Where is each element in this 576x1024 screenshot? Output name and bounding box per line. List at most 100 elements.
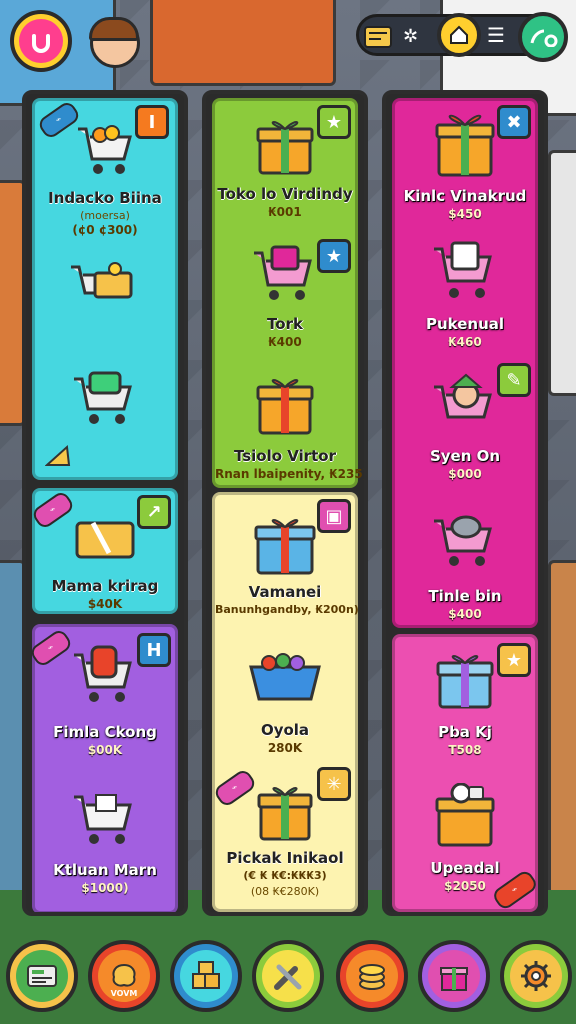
tile-purple[interactable]: ⌁ H Fimla Ckong $00K Ktluan Marn $1000) [28, 624, 178, 912]
tile-price: $450 [448, 207, 482, 221]
gear-small-icon[interactable]: ✲ [403, 26, 418, 47]
shop-home-button[interactable] [437, 13, 481, 57]
tile-name: Oyola [260, 721, 310, 739]
map-icon[interactable] [361, 19, 395, 53]
nav-register-button[interactable] [6, 940, 78, 1012]
refresh-icon [19, 19, 63, 63]
gift-robot-icon [433, 782, 497, 851]
cart-box-icon [69, 259, 141, 321]
tile-badge[interactable]: ★ [317, 105, 351, 139]
cart-pot-icon [432, 511, 498, 577]
cart-gift-icon [252, 243, 318, 311]
tile-price: Banunhgandby, ₭200n) [215, 603, 359, 616]
tile-yellow[interactable]: ▣ Vamanei Banunhgandby, ₭200n) Oyola 280… [212, 492, 359, 912]
tile-subtitle: (08 ₭€280K) [250, 885, 320, 898]
settings-gear-icon [510, 950, 562, 1002]
tile-name: Tork [267, 315, 303, 333]
cart-white-icon [432, 239, 498, 309]
tag-icon: ⌁ [212, 767, 258, 809]
tile-price: (€ ₭ ₭€:₭₭₭3) [243, 869, 327, 882]
tile-badge[interactable]: I [135, 105, 169, 139]
tile-badge[interactable]: ✖ [497, 105, 531, 139]
tile-name: Ktluan Marn [53, 861, 157, 879]
tile-cyan-main[interactable]: ⌁ I Indacko Biina (moersa) (¢0 ¢300) [32, 98, 178, 480]
cash-register-icon [16, 950, 68, 1002]
tile-price: (¢0 ¢300) [72, 223, 138, 237]
category-column-green: ★ Toko lo Virdindy ₭001 ★ Tork ₭400 Tsio… [202, 90, 368, 916]
tile-badge[interactable]: H [137, 633, 171, 667]
tile-name: Pickak Inikaol [226, 849, 344, 867]
tile-price: ₭001 [268, 205, 302, 219]
cart-empty-icon [72, 787, 138, 855]
tile-cyan-2[interactable]: ⌁ ↗ Mama krirag $40K [30, 488, 178, 614]
cart-character-icon [432, 373, 498, 441]
tile-badge[interactable]: ✎ [497, 363, 531, 397]
tile-badge[interactable]: ▣ [317, 499, 351, 533]
tag-icon: ⌁ [30, 489, 76, 531]
gift-blue-icon [252, 511, 318, 579]
tools-icon [262, 950, 314, 1002]
tile-price: $00K [87, 743, 123, 757]
tile-name: Toko lo Virdindy [217, 185, 353, 203]
boxes-icon [180, 950, 232, 1002]
tile-magenta-main[interactable]: ✖ Kinlc Vinakrud $450 Pukenual ₭460 ✎ Sy… [392, 98, 538, 628]
tile-name: Tsiolo Virtor [233, 447, 337, 465]
tag-icon: ⌁ [28, 627, 74, 669]
tile-name: Kinlc Vinakrud [403, 187, 527, 205]
tile-badge[interactable]: ★ [497, 643, 531, 677]
shopkeeper-avatar [86, 17, 140, 80]
tile-price: T508 [448, 743, 482, 757]
cart-green-icon [72, 369, 138, 435]
tile-price: Rnan lbaipenity, ₭235) [215, 467, 368, 481]
nav-boxes-button[interactable] [170, 940, 242, 1012]
shelf-right [548, 150, 576, 396]
tile-price: $40K [87, 597, 123, 611]
gift-orange-icon [254, 373, 316, 439]
cart-red-icon [72, 645, 138, 713]
category-column-magenta: ✖ Kinlc Vinakrud $450 Pukenual ₭460 ✎ Sy… [382, 90, 548, 916]
leaf-icon [530, 29, 558, 47]
cart-fruit-icon [74, 119, 136, 185]
tile-price: $000 [448, 467, 482, 481]
gift-nav-icon [428, 950, 480, 1002]
coins-icon [346, 950, 398, 1002]
tile-badge[interactable]: ★ [317, 239, 351, 273]
tile-price: $400 [448, 607, 482, 621]
nav-tools-button[interactable] [252, 940, 324, 1012]
tile-price: ₭400 [268, 335, 302, 349]
tile-name: Indacko Biina [48, 189, 162, 207]
gift-big-icon [431, 107, 499, 181]
gift-icon [254, 115, 316, 179]
gift-green-icon [255, 781, 315, 845]
profile-button[interactable] [10, 10, 72, 72]
tile-name: Fimla Ckong [53, 723, 157, 741]
nav-brain-button[interactable]: VOVM [88, 940, 160, 1012]
basket-icon [247, 653, 323, 707]
tile-name: Mama krirag [51, 577, 159, 595]
tile-price: 280K [267, 741, 303, 755]
category-column-cyan: ⌁ I Indacko Biina (moersa) (¢0 ¢300) ⌁ ↗… [22, 90, 188, 916]
tile-price: ₭460 [448, 335, 482, 349]
nav-label: VOVM [110, 989, 138, 998]
tile-subtitle: (moersa) [80, 209, 130, 222]
tile-badge[interactable]: ↗ [137, 495, 171, 529]
nav-coins-button[interactable] [336, 940, 408, 1012]
tile-name: Vamanei [248, 583, 322, 601]
tile-name: Upeadal [430, 859, 500, 877]
currency-button[interactable] [518, 12, 568, 62]
tile-pink[interactable]: ★ Pba Kj T508 Upeadal $2050 ⌁ [392, 634, 540, 912]
box-icon [73, 513, 137, 565]
menu-icon[interactable]: ☰ [487, 23, 505, 47]
cheese-icon [44, 443, 71, 469]
gift-purple-icon [434, 649, 496, 713]
tile-name: Pba Kj [438, 723, 492, 741]
tile-green-main[interactable]: ★ Toko lo Virdindy ₭001 ★ Tork ₭400 Tsio… [212, 98, 368, 488]
nav-settings-button[interactable] [500, 940, 572, 1012]
top-bar: ✲ ☰ [0, 0, 576, 80]
house-icon [450, 25, 468, 44]
tile-badge[interactable]: ✳ [317, 767, 351, 801]
nav-gift-button[interactable] [418, 940, 490, 1012]
tile-name: Pukenual [425, 315, 505, 333]
shelf-right-lower [548, 560, 576, 926]
tile-price: $1000) [81, 881, 129, 895]
